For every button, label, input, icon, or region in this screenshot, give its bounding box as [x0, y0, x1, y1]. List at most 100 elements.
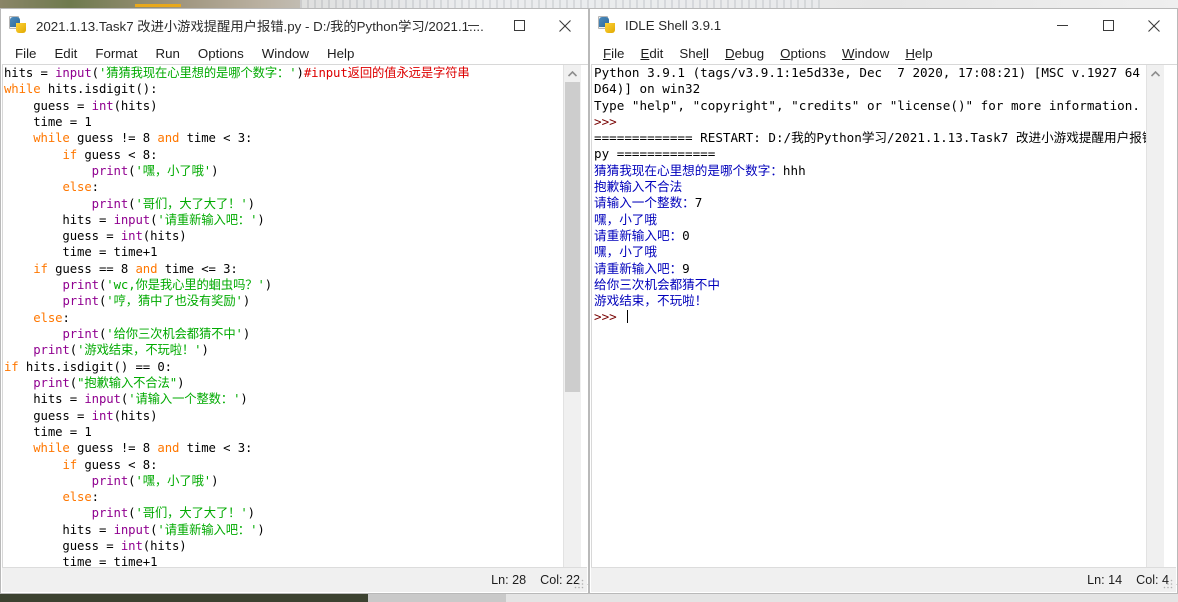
- minimize-icon[interactable]: [450, 9, 496, 42]
- text-span: and: [157, 441, 180, 456]
- text-span: Python 3.9.1 (tags/v3.9.1:1e5d33e, Dec 7…: [594, 65, 1146, 80]
- text-span: [4, 506, 92, 520]
- text-span: ): [211, 163, 219, 178]
- text-span: print: [91, 163, 129, 178]
- menu-accelerator: D: [724, 46, 735, 61]
- text-span: 给你三次机会都猜不中: [594, 276, 720, 292]
- code-line: time = time+1: [4, 244, 560, 260]
- shell-output-area[interactable]: Python 3.9.1 (tags/v3.9.1:1e5d33e, Dec 7…: [594, 65, 1146, 584]
- shell-menu-help[interactable]: Help: [897, 44, 940, 63]
- shell-title: IDLE Shell 3.9.1: [625, 18, 722, 33]
- editor-vertical-scrollbar[interactable]: [563, 65, 581, 584]
- shell-menu-file[interactable]: File: [595, 44, 632, 63]
- text-span: guess < 8:: [77, 147, 158, 162]
- text-span: 9: [682, 260, 690, 276]
- code-line: while guess != 8 and time < 3:: [4, 130, 560, 146]
- text-span: [4, 327, 62, 341]
- editor-menu-help[interactable]: Help: [318, 44, 363, 63]
- editor-window-controls: [450, 9, 588, 42]
- text-span: ): [264, 278, 273, 293]
- minimize-icon[interactable]: [1039, 9, 1085, 42]
- text-span: [4, 131, 33, 145]
- code-line: if hits.isdigit() == 0:: [4, 359, 560, 375]
- text-span: [4, 458, 62, 472]
- editor-scroll-thumb[interactable]: [565, 82, 580, 392]
- shell-menubar: File Edit Shell Debug Options Window Help: [590, 42, 1177, 65]
- close-icon[interactable]: [1131, 9, 1177, 42]
- editor-menu-window[interactable]: Window: [253, 44, 318, 63]
- text-span: time < 3:: [179, 441, 253, 456]
- text-span: (: [91, 66, 99, 80]
- shell-titlebar[interactable]: IDLE Shell 3.9.1: [590, 9, 1177, 42]
- shell-vertical-scrollbar[interactable]: [1146, 65, 1164, 584]
- editor-menu-file[interactable]: File: [6, 44, 45, 63]
- text-span: time = 1: [4, 424, 92, 439]
- editor-menu-edit[interactable]: Edit: [45, 44, 86, 63]
- console-line: 请重新输入吧：0: [594, 228, 1146, 244]
- shell-line-indicator: Ln: 14: [1087, 573, 1123, 587]
- code-line: hits = input('请输入一个整数：'): [4, 391, 560, 407]
- shell-window-controls: [1039, 9, 1177, 42]
- text-span: hits.isdigit() == 0:: [18, 359, 172, 374]
- text-span: ): [247, 506, 255, 521]
- editor-menu-run[interactable]: Run: [146, 44, 188, 63]
- maximize-icon[interactable]: [1085, 9, 1131, 42]
- resize-grip-icon[interactable]: [1162, 578, 1174, 590]
- taskbar-strip: [0, 594, 1178, 602]
- shell-menu-debug[interactable]: Debug: [717, 44, 772, 63]
- editor-titlebar[interactable]: 2021.1.13.Task7 改进小游戏提醒用户报错.py - D:/我的Py…: [1, 9, 588, 42]
- text-span: if: [33, 261, 48, 276]
- text-span: [4, 474, 92, 488]
- text-span: 请重新输入吧：: [594, 227, 683, 243]
- shell-menu-edit[interactable]: Edit: [632, 44, 671, 63]
- code-editor-area[interactable]: hits = input('猜猜我现在心里想的是哪个数字：')#input返回的…: [4, 65, 560, 584]
- text-span: (hits): [142, 229, 187, 244]
- text-span: '哥们，大了大了！': [135, 196, 248, 211]
- text-span: hits =: [4, 212, 114, 227]
- text-span: ============= RESTART: D:/我的Python学习/202…: [594, 130, 1146, 146]
- editor-statusbar: Ln: 28 Col: 22: [2, 567, 587, 592]
- text-span: print: [91, 196, 129, 211]
- text-span: ): [242, 327, 251, 341]
- shell-menu-options[interactable]: Options: [772, 44, 834, 63]
- console-line: py =============: [594, 146, 1146, 162]
- code-line: guess = int(hits): [4, 98, 560, 114]
- text-span: [4, 180, 62, 194]
- text-span: '游戏结束，不玩啦！': [77, 343, 202, 358]
- console-line: 猜猜我现在心里想的是哪个数字：hhh: [594, 163, 1146, 179]
- text-span: "抱歉输入不合法": [77, 375, 178, 390]
- python-shell-icon: [598, 16, 616, 34]
- text-span: if: [62, 457, 78, 472]
- text-span: ): [177, 375, 185, 390]
- code-line: print('哥们，大了大了！'): [4, 196, 560, 212]
- text-span: ): [242, 294, 251, 309]
- text-span: guess =: [4, 98, 92, 113]
- text-span: ): [296, 66, 304, 80]
- text-span: print: [33, 343, 70, 358]
- code-line: print('哼，猜中了也没有奖励'): [4, 293, 560, 309]
- menu-accelerator: E: [640, 46, 650, 61]
- editor-menu-format[interactable]: Format: [86, 44, 146, 63]
- maximize-icon[interactable]: [496, 9, 542, 42]
- text-span: print: [62, 278, 99, 293]
- resize-grip-icon[interactable]: [573, 578, 585, 590]
- text-span: 游戏结束，不玩啦！: [594, 293, 708, 309]
- scroll-up-icon[interactable]: [1147, 65, 1164, 82]
- text-span: guess != 8: [69, 131, 158, 146]
- background-browser-tabs: [300, 0, 820, 8]
- text-span: guess =: [4, 408, 92, 423]
- shell-menu-window[interactable]: Window: [834, 44, 897, 63]
- text-span: '哥们，大了大了！': [135, 506, 248, 521]
- shell-scroll-thumb[interactable]: [1148, 82, 1163, 584]
- text-span: ): [247, 196, 255, 211]
- text-span: (hits): [113, 408, 158, 423]
- text-span: '猜猜我现在心里想的是哪个数字：': [98, 66, 297, 80]
- text-span: >>>: [594, 309, 625, 325]
- text-span: input: [55, 66, 92, 80]
- code-line: time = 1: [4, 114, 560, 130]
- scroll-up-icon[interactable]: [564, 65, 581, 82]
- shell-menu-shell[interactable]: Shell: [671, 44, 717, 63]
- editor-menu-options[interactable]: Options: [189, 44, 253, 63]
- text-span: time <= 3:: [157, 261, 238, 276]
- close-icon[interactable]: [542, 9, 588, 42]
